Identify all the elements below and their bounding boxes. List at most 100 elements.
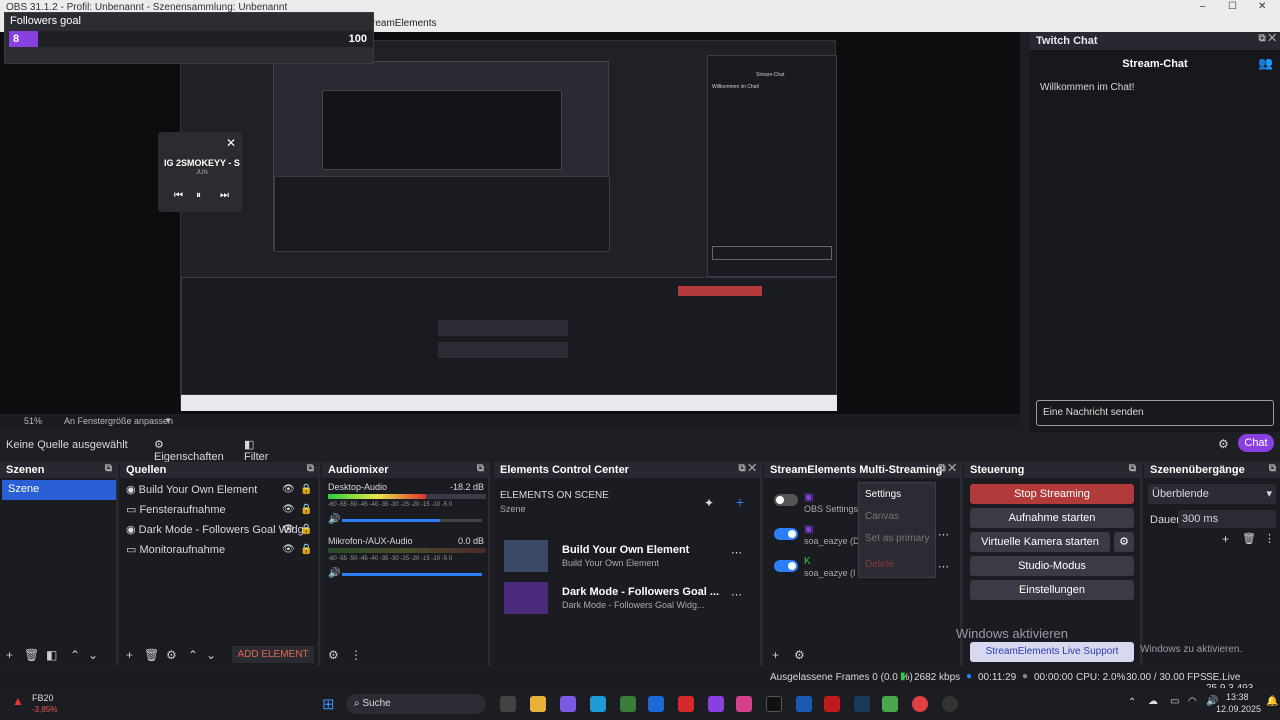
speaker-icon[interactable]: 🔊 <box>328 568 340 579</box>
speaker-icon[interactable]: 🔊 <box>328 514 340 525</box>
clock-time[interactable]: 13:38 <box>1226 692 1249 702</box>
transition-select[interactable]: Überblende ▾ <box>1148 484 1276 504</box>
studio-mode-button[interactable]: Studio-Modus <box>970 556 1134 576</box>
next-icon[interactable]: ⏭ <box>220 190 229 201</box>
steam-icon[interactable] <box>854 696 870 712</box>
close-button[interactable]: ✕ <box>1258 1 1266 12</box>
network-icon[interactable]: ☁ <box>1148 696 1158 707</box>
more-icon[interactable]: ⋮ <box>350 648 362 662</box>
more-icon[interactable]: ⋯ <box>938 528 949 541</box>
output-toggle[interactable] <box>774 560 798 572</box>
widget-title[interactable]: FB20 <box>32 693 54 703</box>
more-icon[interactable]: ⋮ <box>1264 532 1275 545</box>
more-icon[interactable]: ⋯ <box>731 546 742 559</box>
volume-track[interactable] <box>342 519 482 522</box>
eye-icon[interactable]: 👁 <box>282 544 295 555</box>
users-icon[interactable]: 👥 <box>1258 56 1273 70</box>
menu-item-canvas[interactable]: Canvas <box>865 511 899 522</box>
ecc-element-row[interactable]: Build Your Own Element Build Your Own El… <box>500 538 756 574</box>
x-icon[interactable] <box>766 696 782 712</box>
mixer-settings-icon[interactable]: ⚙ <box>328 648 339 662</box>
add-icon[interactable]: + <box>772 648 779 662</box>
move-down-icon[interactable]: ⌄ <box>88 648 98 662</box>
gear-icon[interactable]: ⚙ <box>1114 532 1134 552</box>
menu-item-set-primary[interactable]: Set as primary <box>865 533 929 544</box>
trash-icon[interactable]: 🗑 <box>24 648 39 662</box>
lock-icon[interactable]: 🔒 <box>300 524 312 535</box>
duration-input[interactable]: 300 ms <box>1178 510 1276 528</box>
task-view-icon[interactable] <box>500 696 516 712</box>
chat-button[interactable]: Chat <box>1238 434 1274 452</box>
file-explorer-icon[interactable] <box>530 696 546 712</box>
more-icon[interactable]: ⋯ <box>731 588 742 601</box>
source-item[interactable]: ◉ Build Your Own Element <box>120 480 263 500</box>
opera-icon[interactable] <box>912 696 928 712</box>
menu-item-settings[interactable]: Settings <box>865 489 901 500</box>
lock-icon[interactable]: 🔒 <box>300 544 312 555</box>
pause-icon[interactable]: ⏸ <box>196 190 201 201</box>
eye-icon[interactable]: 👁 <box>282 524 295 535</box>
undock-icon[interactable]: ⧉ <box>1129 463 1136 474</box>
close-icon[interactable]: ✕ <box>226 136 236 150</box>
settings-button[interactable]: Einstellungen <box>970 580 1134 600</box>
trash-icon[interactable]: 🗑 <box>1242 532 1256 545</box>
output-toggle[interactable] <box>774 494 798 506</box>
gear-icon[interactable]: ⚙ <box>166 648 177 662</box>
word-icon[interactable] <box>796 696 812 712</box>
undock-icon[interactable]: ⧉ ✕ <box>738 463 756 474</box>
ecc-element-row[interactable]: Dark Mode - Followers Goal ... Dark Mode… <box>500 580 756 616</box>
magic-icon[interactable]: ✦ <box>704 496 714 510</box>
gear-icon[interactable]: ⚙ <box>1218 437 1229 451</box>
store-icon[interactable] <box>620 696 636 712</box>
clock-date[interactable]: 12.09.2025 <box>1216 704 1261 714</box>
filter-button[interactable]: ◧ Filter <box>240 436 284 463</box>
stop-streaming-button[interactable]: Stop Streaming <box>970 484 1134 504</box>
undock-icon[interactable]: ⧉ <box>1269 463 1276 474</box>
edge-icon[interactable] <box>590 696 606 712</box>
menu-item-delete[interactable]: Delete <box>865 559 894 570</box>
lock-icon[interactable]: 🔒 <box>300 484 312 495</box>
move-up-icon[interactable]: ⌃ <box>70 648 80 662</box>
undock-icon[interactable]: ⧉ <box>105 463 112 474</box>
undock-icon[interactable]: ⧉ ✕ <box>1258 33 1276 44</box>
zoom-level[interactable]: 51% <box>24 416 42 426</box>
display-icon[interactable]: ▭ <box>1170 696 1179 707</box>
program-preview[interactable]: Stream-Chat Willkommen im Chat! <box>180 40 837 411</box>
virtual-camera-button[interactable]: Virtuelle Kamera starten <box>970 532 1110 552</box>
chevron-down-icon[interactable]: ▾ <box>166 415 171 426</box>
wifi-icon[interactable]: ◠ <box>1188 696 1197 707</box>
scene-item[interactable]: Szene <box>2 480 116 500</box>
start-recording-button[interactable]: Aufnahme starten <box>970 508 1134 528</box>
previous-icon[interactable]: ⏮ <box>174 190 183 201</box>
properties-button[interactable]: ⚙ Eigenschaften <box>150 436 226 463</box>
netflix-icon[interactable] <box>824 696 840 712</box>
minecraft-icon[interactable] <box>882 696 898 712</box>
youtube-icon[interactable] <box>678 696 694 712</box>
obs-icon[interactable] <box>942 696 958 712</box>
minimize-button[interactable]: – <box>1200 1 1206 12</box>
undock-icon[interactable]: ⧉ <box>477 463 484 474</box>
volume-track[interactable] <box>342 573 482 576</box>
undock-icon[interactable]: ⧉ ✕ <box>938 463 956 474</box>
add-icon[interactable]: + <box>126 648 133 662</box>
chevron-up-icon[interactable]: ⌃ <box>1128 697 1136 708</box>
add-icon[interactable]: + <box>6 648 13 662</box>
filter-icon[interactable]: ◧ <box>46 648 57 662</box>
output-toggle[interactable] <box>774 528 798 540</box>
undock-icon[interactable]: ⧉ <box>307 463 314 474</box>
menu-streamelements[interactable]: reamElements <box>372 18 436 29</box>
instagram-icon[interactable] <box>736 696 752 712</box>
add-element-button[interactable]: ADD ELEMENT <box>232 646 314 663</box>
maximize-button[interactable]: ☐ <box>1228 1 1237 12</box>
more-icon[interactable]: ⋯ <box>938 560 949 573</box>
source-item[interactable]: ▭ Monitoraufnahme <box>120 540 231 560</box>
windows-start-icon[interactable]: ⊞ <box>322 695 335 713</box>
live-support-button[interactable]: StreamElements Live Support <box>970 642 1134 662</box>
move-down-icon[interactable]: ⌄ <box>206 648 216 662</box>
outlook-icon[interactable] <box>648 696 664 712</box>
eye-icon[interactable]: 👁 <box>282 484 295 495</box>
copilot-icon[interactable] <box>560 696 576 712</box>
lock-icon[interactable]: 🔒 <box>300 504 312 515</box>
source-item[interactable]: ▭ Fensteraufnahme <box>120 500 232 520</box>
chat-input[interactable]: Eine Nachricht senden <box>1036 400 1274 426</box>
